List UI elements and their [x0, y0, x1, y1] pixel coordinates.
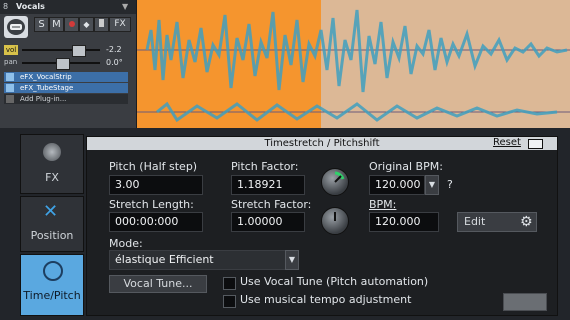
- vocal-tune-button[interactable]: Vocal Tune...: [109, 275, 207, 293]
- edit-button[interactable]: Edit ⚙: [457, 212, 537, 232]
- track-number: 8: [3, 2, 9, 11]
- panel-title: Timestretch / Pitchshift: [87, 137, 557, 150]
- use-musical-tempo-label: Use musical tempo adjustment: [240, 293, 412, 306]
- knob-icon: [43, 143, 61, 161]
- vol-label: vol: [4, 45, 18, 55]
- clock-icon: [43, 261, 63, 281]
- pitch-factor-field[interactable]: 1.18921: [231, 175, 305, 195]
- edit-button-label: Edit: [464, 215, 486, 228]
- tab-position-label: Position: [30, 229, 74, 242]
- fx-button[interactable]: FX: [109, 17, 131, 32]
- lock-icon: [99, 19, 104, 27]
- plugin-icon: [6, 95, 14, 103]
- stretch-factor-field[interactable]: 1.00000: [231, 212, 305, 232]
- pan-value[interactable]: 0.0°: [106, 58, 123, 67]
- volume-slider-handle[interactable]: [72, 45, 86, 57]
- add-plugin-slot[interactable]: Add Plug-in...: [4, 94, 128, 104]
- tab-time-pitch-label: Time/Pitch: [23, 289, 81, 302]
- fx-slot-label: eFX_TubeStage: [20, 84, 74, 92]
- tab-time-pitch[interactable]: Time/Pitch: [20, 254, 84, 316]
- stretch-knob[interactable]: [321, 207, 349, 235]
- mute-button[interactable]: M: [49, 17, 64, 32]
- pitch-half-step-label: Pitch (Half step): [109, 160, 198, 173]
- original-bpm-dropdown[interactable]: ▼: [425, 175, 439, 195]
- tab-fx-label: FX: [45, 171, 59, 184]
- panel-toggle-button[interactable]: [528, 139, 543, 149]
- volume-value[interactable]: -2.2: [106, 45, 122, 54]
- timestretch-panel: Timestretch / Pitchshift Reset Pitch (Ha…: [86, 136, 558, 316]
- gear-icon: ⚙: [520, 214, 533, 230]
- help-icon[interactable]: ?: [447, 178, 453, 191]
- fx-slot-label: Add Plug-in...: [20, 95, 67, 103]
- mode-dropdown-button[interactable]: ▼: [285, 250, 299, 270]
- chevron-down-icon: ▼: [288, 255, 296, 264]
- pitch-factor-label: Pitch Factor:: [231, 160, 299, 173]
- menu-chevron-icon[interactable]: ▼: [122, 2, 128, 11]
- pan-slider-handle[interactable]: [56, 58, 70, 70]
- pitch-knob[interactable]: [321, 168, 349, 196]
- plugin-icon: [6, 73, 14, 81]
- track-icon: [4, 16, 28, 38]
- pitch-half-step-field[interactable]: 3.00: [109, 175, 203, 195]
- mode-value: élastique Efficient: [115, 253, 214, 266]
- monitor-icon: ◆: [83, 20, 90, 29]
- plugin-icon: [6, 84, 14, 92]
- bpm-label: BPM:: [369, 198, 397, 211]
- track-header: 8 Vocals ▼ S M ◆ FX vol -2.2 pan 0.0° eF…: [0, 0, 137, 128]
- use-musical-tempo-checkbox[interactable]: [223, 295, 236, 308]
- apply-button[interactable]: [503, 293, 547, 311]
- fx-slot-vocalstrip[interactable]: eFX_VocalStrip: [4, 72, 128, 82]
- stretch-length-field[interactable]: 000:00:000: [109, 212, 203, 232]
- chevron-down-icon: ▼: [428, 180, 436, 189]
- original-bpm-label: Original BPM:: [369, 160, 443, 173]
- use-vocal-tune-label: Use Vocal Tune (Pitch automation): [240, 275, 429, 288]
- use-vocal-tune-checkbox[interactable]: [223, 277, 236, 290]
- original-bpm-field[interactable]: 120.000: [369, 175, 425, 195]
- audio-waveform: [137, 9, 570, 123]
- track-title-bar[interactable]: 8 Vocals ▼: [0, 0, 136, 14]
- reset-link[interactable]: Reset: [493, 137, 521, 148]
- monitor-button[interactable]: ◆: [79, 17, 94, 32]
- record-arm-button[interactable]: [64, 17, 79, 32]
- volume-slider-track[interactable]: [22, 49, 100, 51]
- pan-label: pan: [4, 58, 18, 66]
- position-icon: ✕: [43, 201, 59, 222]
- bpm-field[interactable]: 120.000: [369, 212, 439, 232]
- record-icon: [68, 21, 75, 27]
- tab-position[interactable]: ✕ Position: [20, 196, 84, 252]
- fx-slot-tubestage[interactable]: eFX_TubeStage: [4, 83, 128, 93]
- fx-slot-label: eFX_VocalStrip: [20, 73, 72, 81]
- mode-label: Mode:: [109, 237, 143, 250]
- stretch-factor-label: Stretch Factor:: [231, 198, 312, 211]
- tab-fx[interactable]: FX: [20, 134, 84, 194]
- stretch-length-label: Stretch Length:: [109, 198, 194, 211]
- solo-button[interactable]: S: [34, 17, 49, 32]
- track-name[interactable]: Vocals: [16, 2, 45, 11]
- mode-select[interactable]: élastique Efficient: [109, 250, 299, 270]
- lock-button[interactable]: [94, 17, 109, 32]
